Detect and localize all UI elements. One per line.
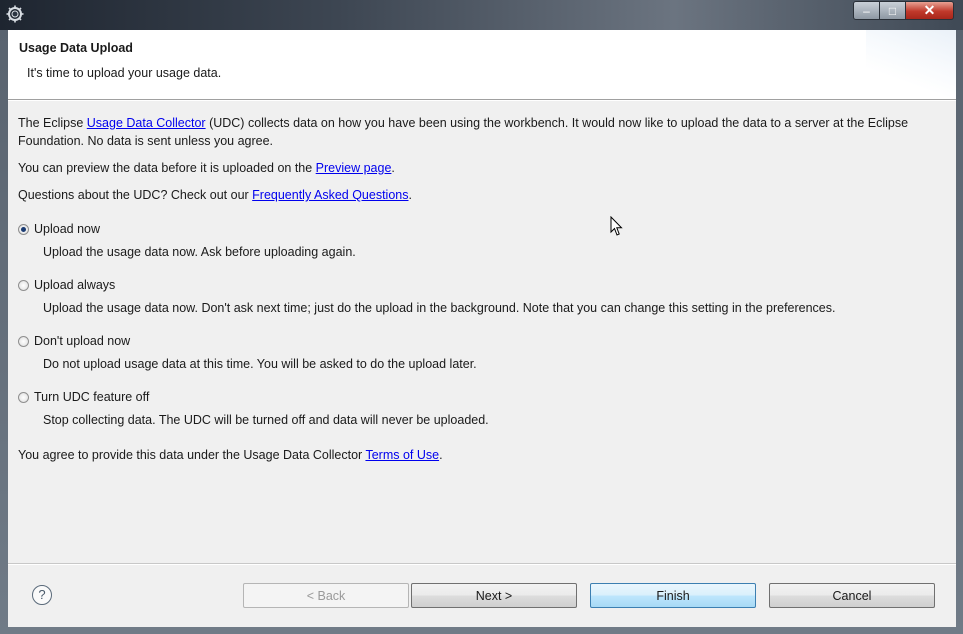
faq-paragraph: Questions about the UDC? Check out our F… [18,186,943,204]
upload-now-description: Upload the usage data now. Ask before up… [43,245,356,259]
dont-upload-description: Do not upload usage data at this time. Y… [43,357,477,371]
udc-link[interactable]: Usage Data Collector [87,116,206,130]
close-icon: ✕ [923,2,936,18]
turn-off-description: Stop collecting data. The UDC will be tu… [43,413,489,427]
terms-paragraph: You agree to provide this data under the… [18,446,943,464]
minimize-icon: – [863,3,870,18]
upload-now-radio[interactable] [18,223,29,235]
dont-upload-label[interactable]: Don't upload now [34,334,130,348]
option-upload-now[interactable]: Upload now [18,222,100,236]
upload-always-description: Upload the usage data now. Don't ask nex… [43,301,836,315]
intro-paragraph: The Eclipse Usage Data Collector (UDC) c… [18,114,943,150]
page-description: It's time to upload your usage data. [27,66,222,80]
maximize-button[interactable]: □ [880,1,906,20]
maximize-icon: □ [888,3,897,18]
dialog-window: – □ ✕ Usage Data Upload It's time to upl… [0,0,963,634]
next-button[interactable]: Next > [411,583,577,608]
turn-off-radio[interactable] [18,391,29,403]
upload-always-radio[interactable] [18,279,29,291]
eclipse-app-icon [6,5,24,23]
option-dont-upload[interactable]: Don't upload now [18,334,130,348]
terms-text: You agree to provide this data under the… [18,448,366,462]
back-button[interactable]: < Back [243,583,409,608]
upload-always-label[interactable]: Upload always [34,278,115,292]
terms-text-end: . [439,448,443,462]
minimize-button[interactable]: – [853,1,880,20]
help-icon[interactable]: ? [32,585,52,605]
preview-text: You can preview the data before it is up… [18,161,316,175]
finish-button[interactable]: Finish [590,583,756,608]
dialog-body: Usage Data Upload It's time to upload yo… [8,30,956,627]
upload-now-label[interactable]: Upload now [34,222,100,236]
intro-section: The Eclipse Usage Data Collector (UDC) c… [18,114,943,204]
faq-text: Questions about the UDC? Check out our [18,188,253,202]
close-button[interactable]: ✕ [906,1,954,20]
cancel-button[interactable]: Cancel [769,583,935,608]
page-title: Usage Data Upload [19,41,133,55]
preview-paragraph: You can preview the data before it is up… [18,159,943,177]
button-bar-separator [8,563,956,565]
wizard-banner: Usage Data Upload It's time to upload yo… [8,30,956,100]
preview-page-link[interactable]: Preview page [316,161,392,175]
faq-text-end: . [408,188,412,202]
turn-off-label[interactable]: Turn UDC feature off [34,390,149,404]
preview-text-end: . [391,161,395,175]
title-bar[interactable]: – □ ✕ [0,0,963,30]
banner-decoration [866,30,956,99]
intro-text-1: The Eclipse [18,116,87,130]
option-upload-always[interactable]: Upload always [18,278,115,292]
option-turn-off[interactable]: Turn UDC feature off [18,390,149,404]
terms-section: You agree to provide this data under the… [18,446,943,464]
banner-separator [8,100,956,101]
window-controls: – □ ✕ [853,1,954,20]
faq-link[interactable]: Frequently Asked Questions [252,188,408,202]
dont-upload-radio[interactable] [18,335,29,347]
terms-of-use-link[interactable]: Terms of Use [365,448,439,462]
mouse-cursor-icon [610,216,623,236]
